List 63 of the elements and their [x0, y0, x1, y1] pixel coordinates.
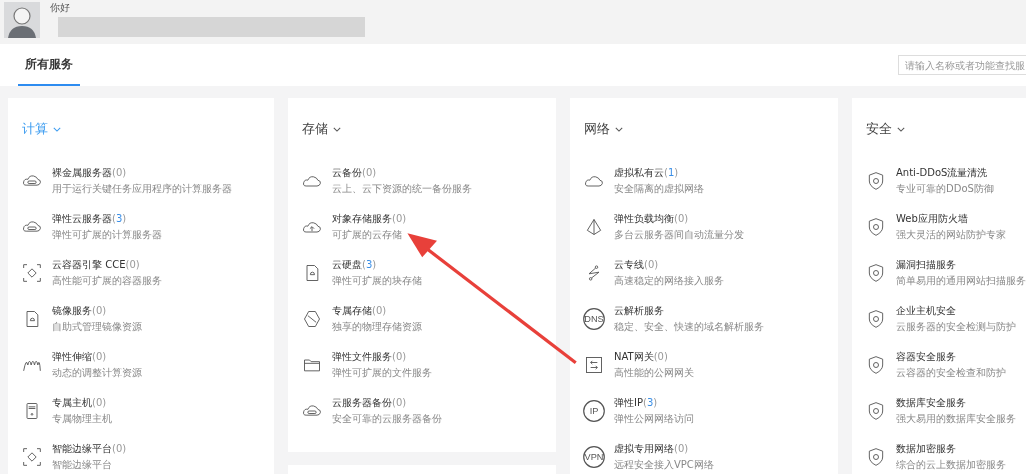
service-description: 弹性可扩展的块存储: [332, 274, 422, 288]
service-description: 云容器的安全检查和防护: [896, 366, 1006, 380]
service-name[interactable]: 镜像服务(0): [52, 304, 142, 318]
service-name[interactable]: 弹性云服务器(3): [52, 212, 162, 226]
service-name[interactable]: 云解析服务: [614, 304, 764, 318]
category-title[interactable]: 安全: [866, 120, 892, 138]
service-name[interactable]: 云容器引擎 CCE(0): [52, 258, 162, 272]
service-name[interactable]: 数据加密服务: [896, 442, 1006, 456]
service-description: 简单易用的通用网站扫描服务: [896, 274, 1026, 288]
service-description: 弹性可扩展的文件服务: [332, 366, 432, 380]
service-name[interactable]: 裸金属服务器(0): [52, 166, 232, 180]
service-description: 云上、云下资源的统一备份服务: [332, 182, 472, 196]
service-name[interactable]: 专属主机(0): [52, 396, 112, 410]
service-description: 专业可靠的DDoS防御: [896, 182, 994, 196]
service-description: 安全隔离的虚拟网络: [614, 182, 704, 196]
service-name[interactable]: 云备份(0): [332, 166, 472, 180]
service-name[interactable]: 漏洞扫描服务: [896, 258, 1026, 272]
service-name[interactable]: 虚拟私有云(1): [614, 166, 704, 180]
service-description: 高速稳定的网络接入服务: [614, 274, 724, 288]
service-name[interactable]: 弹性IP(3): [614, 396, 694, 410]
service-description: 多台云服务器间自动流量分发: [614, 228, 744, 242]
tab[interactable]: 所有服务: [18, 44, 80, 86]
circle-icon: VPN: [581, 444, 607, 470]
service-description: 远程安全接入VPC网络: [614, 458, 714, 472]
circle-icon: IP: [581, 398, 607, 424]
service-name[interactable]: 智能边缘平台(0): [52, 442, 127, 456]
service-name[interactable]: Anti-DDoS流量清洗: [896, 166, 994, 180]
service-description: 稳定、安全、快速的域名解析服务: [614, 320, 764, 334]
service-name[interactable]: 云硬盘(3): [332, 258, 422, 272]
service-description: 动态的调整计算资源: [52, 366, 142, 380]
service-description: 专属物理主机: [52, 412, 112, 426]
service-name[interactable]: NAT网关(0): [614, 350, 694, 364]
service-name[interactable]: 弹性负载均衡(0): [614, 212, 744, 226]
circle-icon: DNS: [581, 306, 607, 332]
service-name[interactable]: 数据库安全服务: [896, 396, 1016, 410]
service-name[interactable]: 云服务器备份(0): [332, 396, 442, 410]
service-name[interactable]: 容器安全服务: [896, 350, 1006, 364]
service-description: 可扩展的云存储: [332, 228, 403, 242]
service-description: 弹性可扩展的计算服务器: [52, 228, 162, 242]
service-name[interactable]: 对象存储服务(0): [332, 212, 407, 226]
service-description: 自助式管理镜像资源: [52, 320, 142, 334]
service-description: 云服务器的安全检测与防护: [896, 320, 1016, 334]
service-name[interactable]: 企业主机安全: [896, 304, 1016, 318]
search-field[interactable]: 请输入名称或者功能查找服: [898, 55, 1026, 75]
service-description: 高性能可扩展的容器服务: [52, 274, 162, 288]
service-name[interactable]: 弹性伸缩(0): [52, 350, 142, 364]
service-description: 智能边缘平台: [52, 458, 113, 472]
service-name[interactable]: Web应用防火墙: [896, 212, 1006, 226]
category-title[interactable]: 网络: [584, 120, 610, 138]
service-description: 独享的物理存储资源: [332, 320, 422, 334]
service-description: 强大灵活的网站防护专家: [896, 228, 1006, 242]
service-description: 综合的云上数据加密服务: [896, 458, 1006, 472]
service-name[interactable]: 专属存储(0): [332, 304, 422, 318]
service-description: 强大易用的数据库安全服务: [896, 412, 1016, 426]
category-title[interactable]: 存储: [302, 120, 328, 138]
service-description: 弹性公网网络访问: [614, 412, 694, 426]
service-name[interactable]: 云专线(0): [614, 258, 724, 272]
service-name[interactable]: 虚拟专用网络(0): [614, 442, 714, 456]
service-description: 用于运行关键任务应用程序的计算服务器: [52, 182, 232, 196]
greeting-text: 你好: [50, 2, 71, 14]
service-description: 安全可靠的云服务器备份: [332, 412, 442, 426]
service-name[interactable]: 弹性文件服务(0): [332, 350, 432, 364]
service-description: 高性能的公网网关: [614, 366, 694, 380]
